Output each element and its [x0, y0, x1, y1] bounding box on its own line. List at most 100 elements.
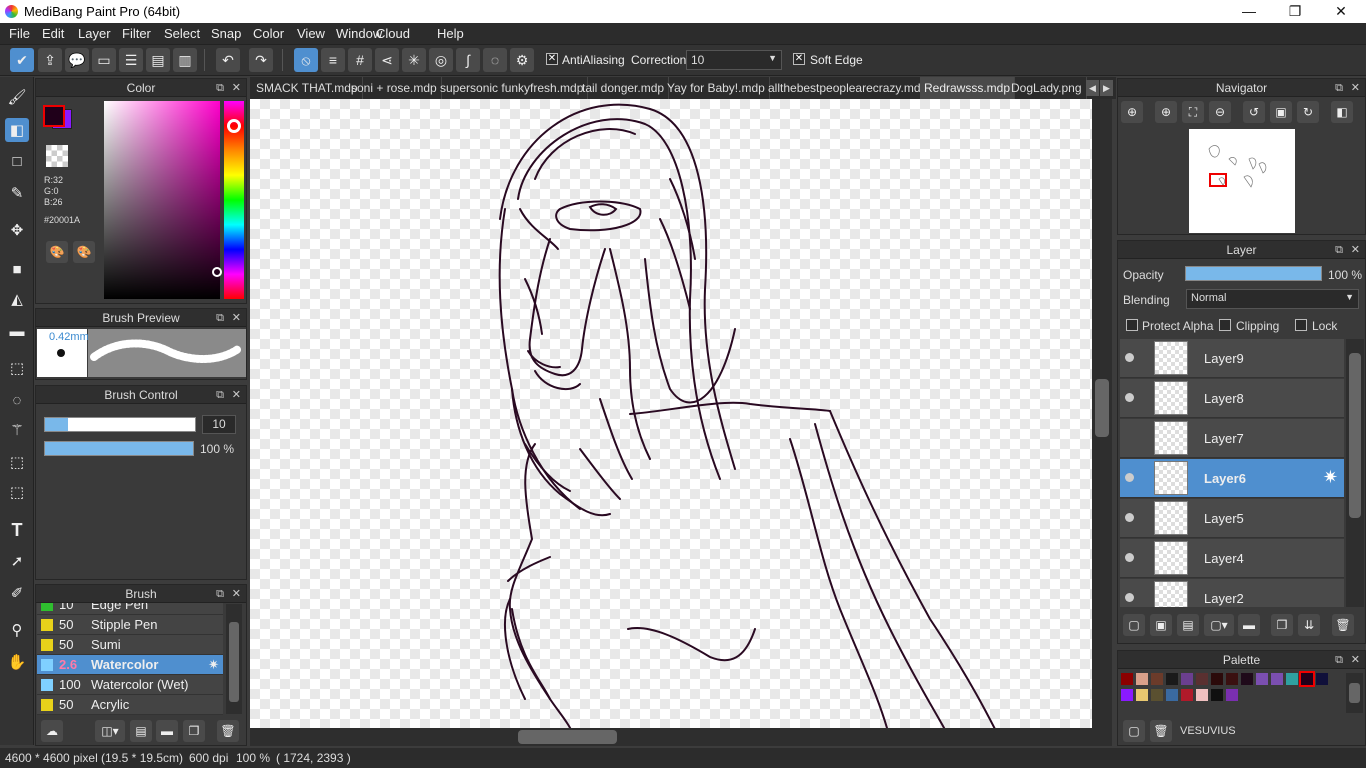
zoom-actual-icon[interactable]: ⊕	[1121, 101, 1143, 123]
select-eraser-tool-icon[interactable]: ⬚	[5, 480, 29, 504]
add-brush-icon[interactable]: ◫▾	[95, 720, 125, 742]
layer-settings-gear-icon[interactable]: ✷	[1323, 467, 1338, 488]
palette-swatch[interactable]	[1271, 673, 1283, 685]
operation-tool-icon[interactable]: ➚	[5, 549, 29, 573]
eraser-tool-icon[interactable]: ◧	[5, 118, 29, 142]
lasso-tool-icon[interactable]: ◌	[5, 388, 29, 412]
palette-swatch[interactable]	[1299, 671, 1315, 687]
divide-tool-icon[interactable]: ✐	[5, 581, 29, 605]
palette-swatch[interactable]	[1151, 673, 1163, 685]
undock-icon[interactable]: ⧉	[216, 79, 224, 97]
brush-item-watercolor-wet[interactable]: 100 Watercolor (Wet)	[37, 675, 223, 695]
menu-color[interactable]: Color	[253, 26, 284, 41]
undock-icon[interactable]: ⧉	[216, 386, 224, 404]
menu-edit[interactable]: Edit	[42, 26, 64, 41]
duplicate-icon[interactable]: ❐	[183, 720, 205, 742]
brush-item-sumi[interactable]: 50 Sumi	[37, 635, 223, 655]
comment-icon[interactable]: 💬	[65, 48, 89, 72]
gradient-tool-icon[interactable]: ▬	[5, 319, 29, 343]
saturation-value-picker[interactable]	[104, 101, 220, 299]
close-button[interactable]: ✕	[1318, 0, 1364, 23]
minimize-button[interactable]: —	[1226, 0, 1272, 23]
correction-select[interactable]: 10 ▼	[686, 50, 782, 70]
ellipse-snap-icon[interactable]: ◌	[483, 48, 507, 72]
scrollbar-thumb[interactable]	[229, 622, 239, 702]
brush-size-slider[interactable]	[44, 417, 196, 432]
grid-snap-icon[interactable]: #	[348, 48, 372, 72]
merge-down-icon[interactable]: ⇊	[1298, 614, 1320, 636]
share-icon[interactable]: ⇪	[38, 48, 62, 72]
sv-cursor[interactable]	[212, 267, 222, 277]
redo-icon[interactable]: ↷	[249, 48, 273, 72]
reset-view-icon[interactable]: ▣	[1270, 101, 1292, 123]
undock-icon[interactable]: ⧉	[216, 585, 224, 603]
radial-snap-icon[interactable]: ✳	[402, 48, 426, 72]
layer-row-layer6[interactable]: Layer6 ✷	[1120, 459, 1344, 498]
palette-swatch[interactable]	[1121, 673, 1133, 685]
flip-horizontal-icon[interactable]: ◧	[1331, 101, 1353, 123]
layer-row-layer5[interactable]: Layer5	[1120, 499, 1344, 538]
tab-scroll-right-icon[interactable]: ▶	[1100, 80, 1113, 96]
visibility-eye-icon[interactable]	[1125, 553, 1134, 562]
folder-icon[interactable]: ▬	[156, 720, 178, 742]
brush-tool-icon[interactable]: 🖌	[5, 85, 29, 109]
layer-row-layer4[interactable]: Layer4	[1120, 539, 1344, 578]
brush-size-input[interactable]: 10	[202, 415, 236, 434]
clipping-checkbox[interactable]	[1219, 319, 1231, 331]
layer-folder-icon[interactable]: ▬	[1238, 614, 1260, 636]
visibility-eye-icon[interactable]	[1125, 473, 1134, 482]
palette-swatch[interactable]	[1166, 673, 1178, 685]
parallel-snap-icon[interactable]: ≡	[321, 48, 345, 72]
menu-file[interactable]: File	[9, 26, 30, 41]
menu-layer[interactable]: Layer	[78, 26, 111, 41]
add-brush-cloud-icon[interactable]: ☁	[41, 720, 63, 742]
menu-filter[interactable]: Filter	[122, 26, 151, 41]
fit-window-icon[interactable]: ⛶	[1182, 101, 1204, 123]
layer-row-layer2[interactable]: Layer2	[1120, 579, 1344, 607]
color-palette-icon[interactable]: 🎨	[46, 241, 68, 263]
main-color-swatch[interactable]	[43, 105, 65, 127]
scrollbar-thumb[interactable]	[1349, 683, 1360, 703]
zoom-out-icon[interactable]: ⊖	[1209, 101, 1231, 123]
tab-yay-for-baby[interactable]: Yay for Baby!.mdp	[663, 77, 770, 99]
document-icon[interactable]: ▥	[173, 48, 197, 72]
text-tool-icon[interactable]: T	[5, 518, 29, 542]
close-icon[interactable]: ✕	[232, 309, 241, 327]
close-icon[interactable]: ✕	[1351, 651, 1360, 669]
brush-list-scrollbar[interactable]	[226, 604, 242, 714]
palette-swatch[interactable]	[1211, 673, 1223, 685]
close-icon[interactable]: ✕	[232, 386, 241, 404]
close-icon[interactable]: ✕	[232, 79, 241, 97]
canvas-vertical-scrollbar[interactable]	[1092, 99, 1112, 728]
eyedropper-tool-icon[interactable]: ⚲	[5, 618, 29, 642]
brush-item-stipple-pen[interactable]: 50 Stipple Pen	[37, 615, 223, 635]
palette-swatch[interactable]	[1196, 689, 1208, 701]
rotate-left-icon[interactable]: ↺	[1243, 101, 1265, 123]
layer-row-layer7[interactable]: Layer7	[1120, 419, 1344, 458]
navigator-thumbnail[interactable]	[1189, 129, 1295, 233]
brush-opacity-slider[interactable]	[44, 441, 194, 456]
tab-soni-rose[interactable]: soni + rose.mdp	[347, 77, 442, 99]
layer-row-layer9[interactable]: Layer9	[1120, 339, 1344, 378]
palette-swatch[interactable]	[1286, 673, 1298, 685]
maximize-button[interactable]: ❐	[1272, 0, 1318, 23]
undock-icon[interactable]: ⧉	[1335, 79, 1343, 97]
lock-checkbox[interactable]	[1295, 319, 1307, 331]
tab-redrawsss[interactable]: Redrawsss.mdp	[920, 77, 1016, 99]
snap-settings-gear-icon[interactable]: ⚙	[510, 48, 534, 72]
close-icon[interactable]: ✕	[1351, 79, 1360, 97]
antialiasing-checkbox[interactable]: ✕	[546, 53, 558, 65]
palette-swatch[interactable]	[1166, 689, 1178, 701]
blending-select[interactable]: Normal ▼	[1186, 289, 1359, 309]
tab-scroll-left-icon[interactable]: ◀	[1086, 80, 1099, 96]
hue-cursor[interactable]	[227, 119, 241, 133]
visibility-eye-icon[interactable]	[1125, 513, 1134, 522]
layer-row-layer8[interactable]: Layer8	[1120, 379, 1344, 418]
scrollbar-thumb[interactable]	[1095, 379, 1109, 437]
tab-supersonic[interactable]: supersonic funkyfresh.mdp	[436, 77, 589, 99]
soft-edge-checkbox[interactable]: ✕	[793, 53, 805, 65]
shape-fill-tool-icon[interactable]: ■	[5, 257, 29, 281]
palette-swatch[interactable]	[1181, 689, 1193, 701]
page-icon[interactable]: ☰	[119, 48, 143, 72]
color-settings-icon[interactable]: 🎨	[73, 241, 95, 263]
